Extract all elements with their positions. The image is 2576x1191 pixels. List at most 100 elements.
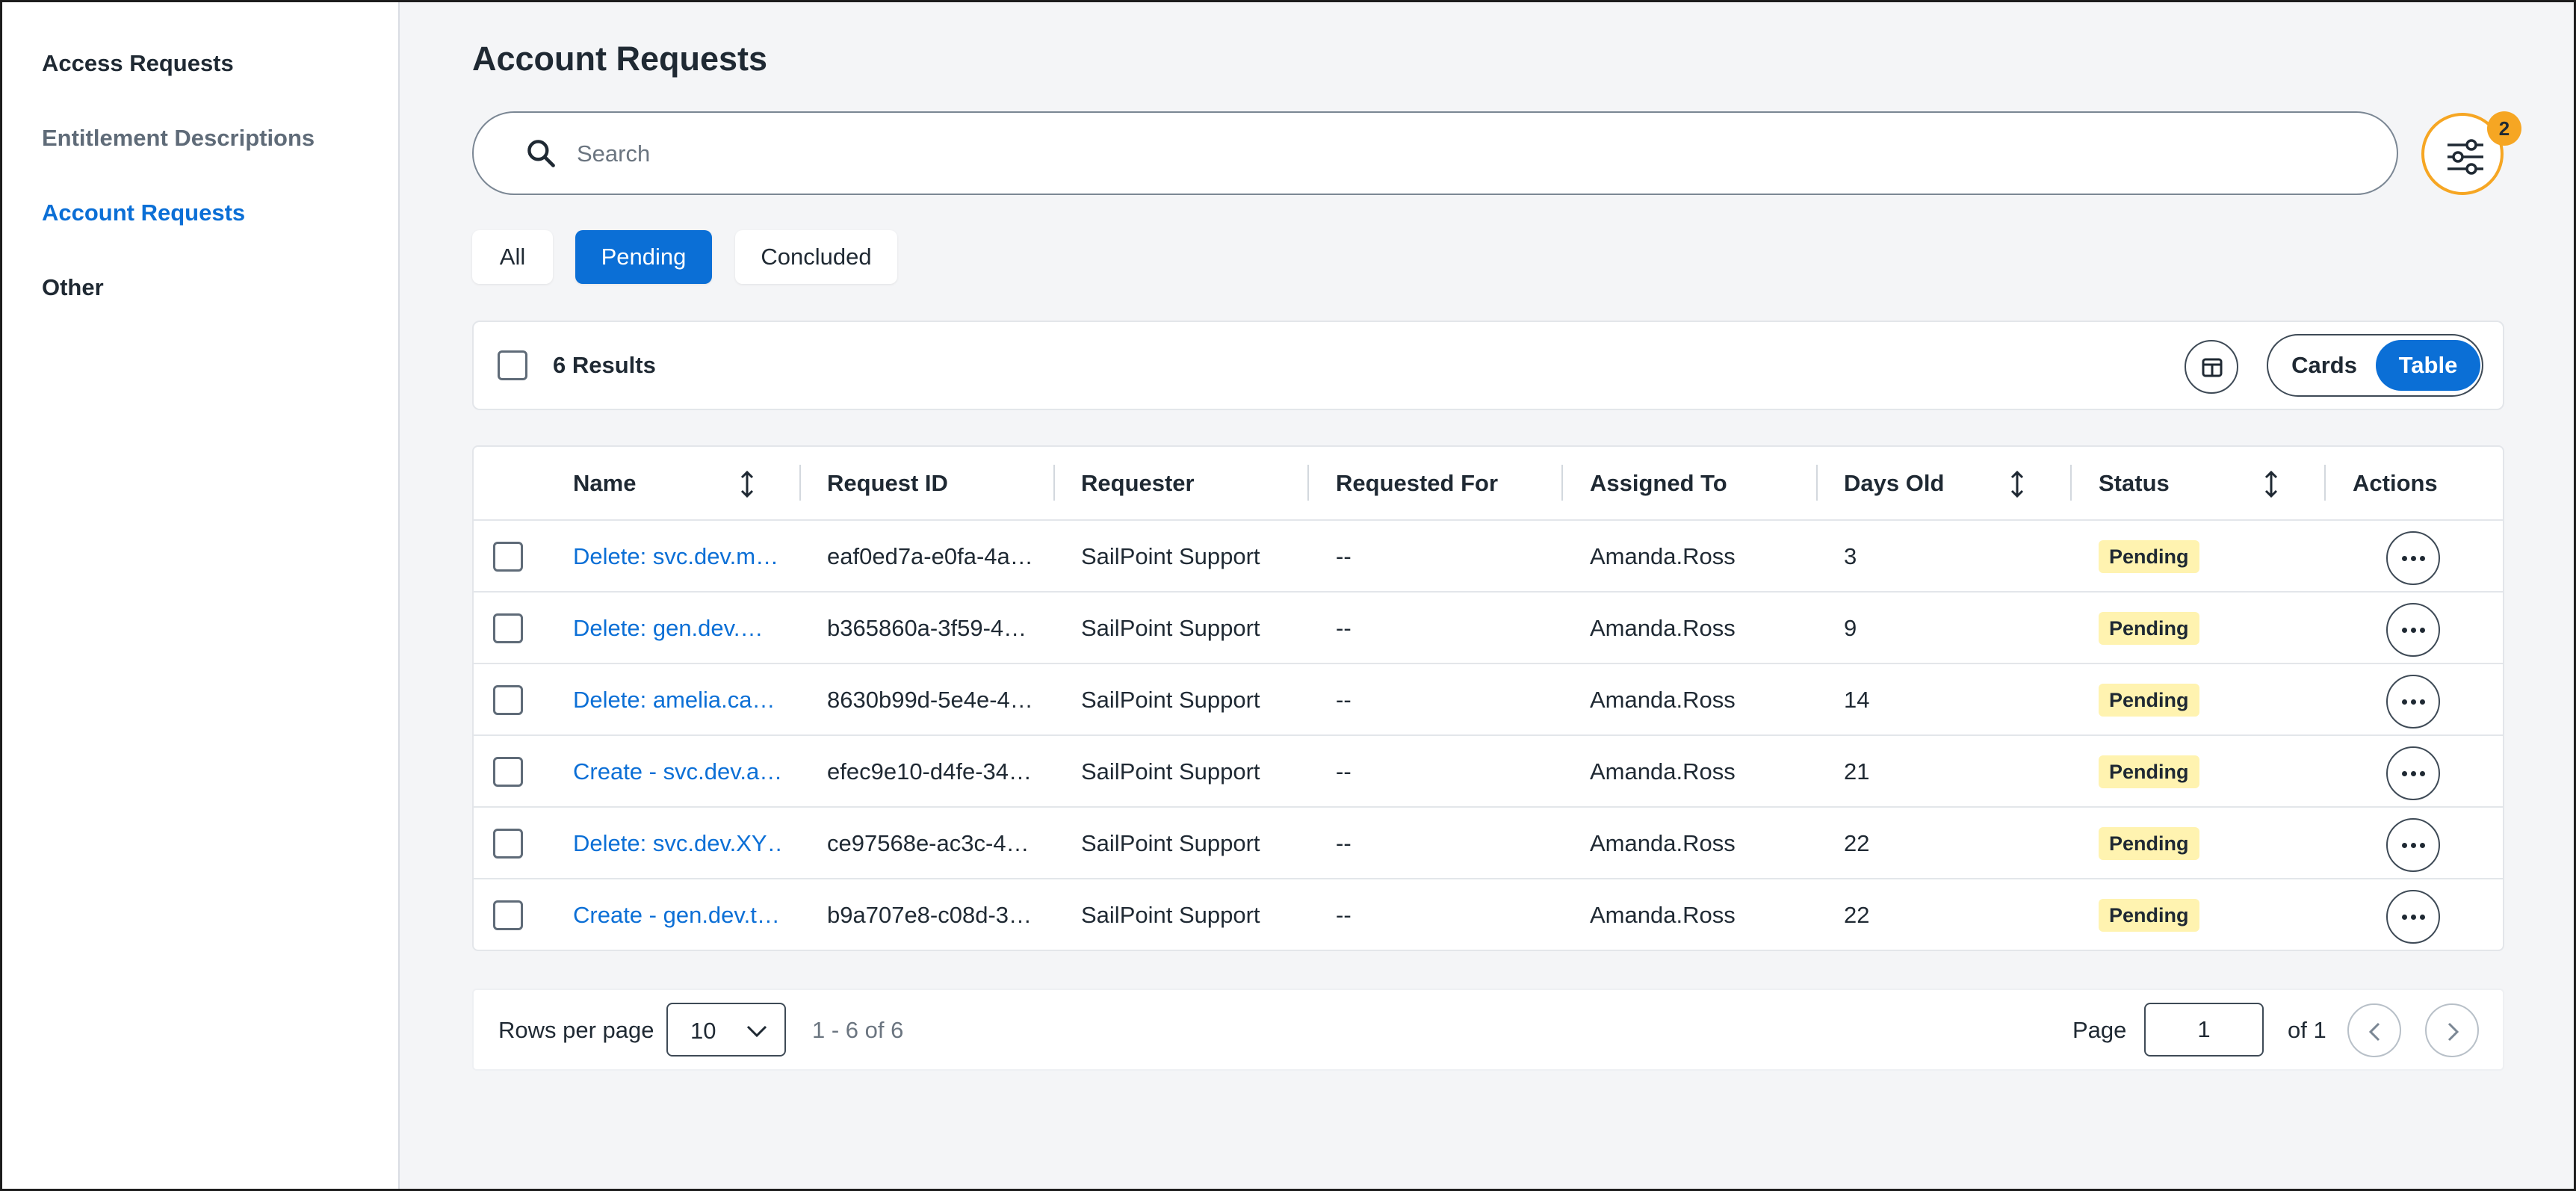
request-name-link[interactable]: Create - gen.dev.t… [573, 879, 782, 950]
results-toolbar: 6 Results Cards Table [472, 321, 2504, 410]
assigned-to: Amanda.Ross [1590, 615, 1736, 641]
request-id: 8630b99d-5e4e-4… [827, 687, 1033, 713]
filter-count-badge: 2 [2487, 111, 2521, 146]
row-checkbox[interactable] [493, 542, 523, 572]
row-checkbox[interactable] [493, 829, 523, 859]
table-row: Create - svc.dev.a… efec9e10-d4fe-34… Sa… [474, 734, 2503, 808]
column-divider[interactable] [1307, 465, 1309, 501]
row-checkbox[interactable] [493, 900, 523, 930]
column-header-requester[interactable]: Requester [1081, 447, 1195, 519]
table-row: Delete: svc.dev.m… eaf0ed7a-e0fa-4a… Sai… [474, 519, 2503, 593]
view-table-option[interactable]: Table [2376, 340, 2480, 391]
row-checkbox[interactable] [493, 685, 523, 715]
request-name-link[interactable]: Delete: gen.dev.… [573, 593, 782, 664]
results-count: 6 Results [553, 352, 656, 378]
assigned-to: Amanda.Ross [1590, 830, 1736, 856]
sort-icon[interactable] [2264, 469, 2279, 499]
view-cards-option[interactable]: Cards [2276, 340, 2373, 391]
rows-per-page-value: 10 [690, 1018, 716, 1044]
request-id: ce97568e-ac3c-4… [827, 830, 1030, 856]
request-id: b9a707e8-c08d-3… [827, 902, 1032, 928]
request-id: efec9e10-d4fe-34… [827, 758, 1032, 785]
requested-for: -- [1336, 543, 1352, 569]
column-header-name[interactable]: Name [573, 447, 636, 519]
assigned-to: Amanda.Ross [1590, 758, 1736, 785]
column-divider[interactable] [1816, 465, 1818, 501]
row-actions-button[interactable] [2386, 603, 2440, 657]
column-divider[interactable] [2070, 465, 2072, 501]
requester: SailPoint Support [1081, 758, 1260, 785]
row-actions-button[interactable] [2386, 531, 2440, 585]
more-icon [2401, 914, 2425, 920]
row-actions-button[interactable] [2386, 675, 2440, 728]
columns-icon [2202, 358, 2223, 377]
row-actions-button[interactable] [2386, 890, 2440, 944]
request-id: eaf0ed7a-e0fa-4a… [827, 543, 1033, 569]
tab-all[interactable]: All [472, 230, 553, 284]
requester: SailPoint Support [1081, 615, 1260, 641]
row-checkbox[interactable] [493, 757, 523, 787]
requested-for: -- [1336, 687, 1352, 713]
sidebar-item-entitlement-descriptions[interactable]: Entitlement Descriptions [42, 125, 315, 152]
tab-pending[interactable]: Pending [575, 230, 712, 284]
column-header-status[interactable]: Status [2099, 447, 2170, 519]
requested-for: -- [1336, 758, 1352, 785]
status-badge: Pending [2099, 755, 2199, 788]
sidebar-item-account-requests[interactable]: Account Requests [42, 199, 245, 226]
status-badge: Pending [2099, 684, 2199, 717]
requester: SailPoint Support [1081, 902, 1260, 928]
sidebar-item-other[interactable]: Other [42, 274, 104, 301]
table-row: Delete: gen.dev.… b365860a-3f59-4… SailP… [474, 591, 2503, 664]
chevron-right-icon [2447, 1022, 2459, 1042]
view-toggle: Cards Table [2267, 334, 2483, 397]
requested-for: -- [1336, 830, 1352, 856]
search-icon [527, 140, 555, 167]
sidebar-item-access-requests[interactable]: Access Requests [42, 50, 234, 77]
assigned-to: Amanda.Ross [1590, 543, 1736, 569]
table-row: Create - gen.dev.t… b9a707e8-c08d-3… Sai… [474, 878, 2503, 950]
days-old: 22 [1844, 902, 1870, 928]
row-actions-button[interactable] [2386, 818, 2440, 872]
column-header-requested-for[interactable]: Requested For [1336, 447, 1498, 519]
request-name-link[interactable]: Delete: svc.dev.XY… [573, 808, 782, 879]
column-divider[interactable] [799, 465, 801, 501]
column-settings-button[interactable] [2185, 340, 2238, 394]
more-icon [2401, 770, 2425, 776]
page-number-input[interactable] [2144, 1003, 2264, 1057]
tab-concluded[interactable]: Concluded [735, 230, 897, 284]
column-header-request-id[interactable]: Request ID [827, 447, 948, 519]
column-divider[interactable] [1053, 465, 1055, 501]
assigned-to: Amanda.Ross [1590, 902, 1736, 928]
search-input[interactable] [577, 128, 2355, 180]
page-total: of 1 [2288, 1017, 2326, 1043]
sort-icon[interactable] [740, 469, 755, 499]
requester: SailPoint Support [1081, 687, 1260, 713]
days-old: 3 [1844, 543, 1857, 569]
column-divider[interactable] [1561, 465, 1563, 501]
status-badge: Pending [2099, 612, 2199, 645]
page-range: 1 - 6 of 6 [812, 1017, 904, 1043]
more-icon [2401, 627, 2425, 633]
request-name-link[interactable]: Delete: svc.dev.m… [573, 521, 782, 593]
rows-per-page-select[interactable]: 10 [666, 1003, 786, 1057]
column-divider[interactable] [2324, 465, 2326, 501]
table-row: Delete: svc.dev.XY… ce97568e-ac3c-4… Sai… [474, 806, 2503, 879]
assigned-to: Amanda.Ross [1590, 687, 1736, 713]
status-badge: Pending [2099, 827, 2199, 860]
next-page-button[interactable] [2425, 1003, 2479, 1057]
request-name-link[interactable]: Delete: amelia.ca… [573, 664, 782, 736]
row-actions-button[interactable] [2386, 746, 2440, 800]
column-header-days-old[interactable]: Days Old [1844, 447, 1944, 519]
row-checkbox[interactable] [493, 613, 523, 643]
days-old: 21 [1844, 758, 1870, 785]
request-id: b365860a-3f59-4… [827, 615, 1027, 641]
days-old: 14 [1844, 687, 1870, 713]
request-name-link[interactable]: Create - svc.dev.a… [573, 736, 782, 808]
more-icon [2401, 555, 2425, 561]
status-badge: Pending [2099, 540, 2199, 573]
select-all-checkbox[interactable] [498, 350, 527, 380]
column-header-assigned-to[interactable]: Assigned To [1590, 447, 1727, 519]
sliders-icon [2447, 139, 2483, 175]
sort-icon[interactable] [2010, 469, 2025, 499]
previous-page-button[interactable] [2347, 1003, 2401, 1057]
